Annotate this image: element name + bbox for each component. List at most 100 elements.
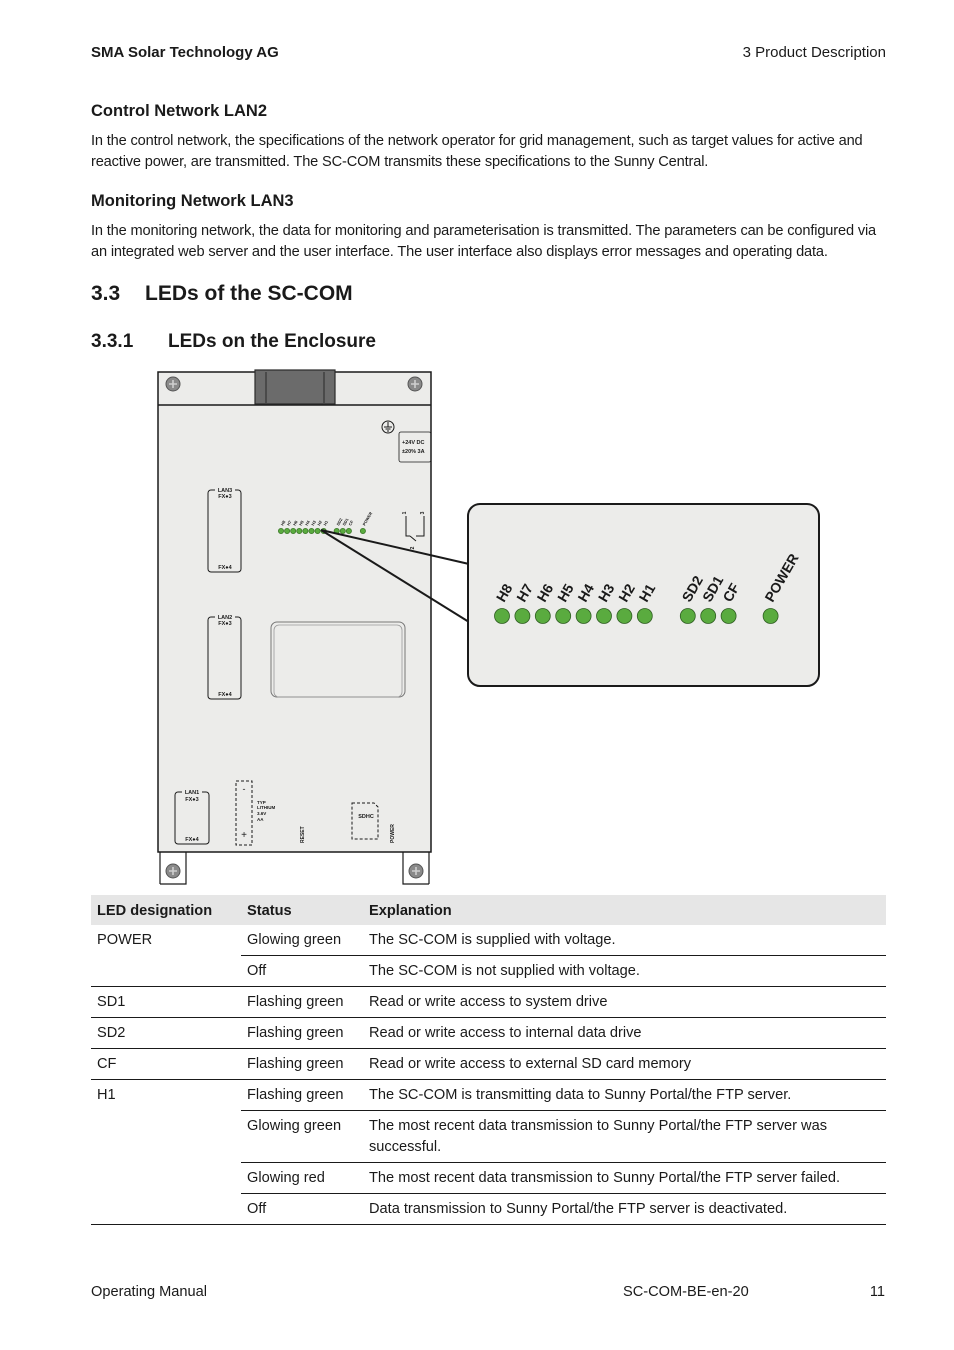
led-h1 xyxy=(636,608,653,624)
led-h2 xyxy=(616,608,633,624)
led-h8 xyxy=(494,608,510,624)
status-cell: Off xyxy=(241,1193,363,1225)
table-row: SD1 Flashing green Read or write access … xyxy=(91,986,886,1018)
table-row: SD2 Flashing green Read or write access … xyxy=(91,1017,886,1049)
header-company: SMA Solar Technology AG xyxy=(91,44,279,61)
relay-pin-1: 1 xyxy=(402,511,408,514)
monitoring-network-text: In the monitoring network, the data for … xyxy=(91,223,877,260)
led-h3 xyxy=(308,528,315,535)
status-cell: Flashing green xyxy=(241,986,363,1018)
explanation-cell: Data transmission to Sunny Portal/the FT… xyxy=(363,1193,886,1225)
led-h6 xyxy=(534,608,551,624)
col-header-led: LED designation xyxy=(91,895,241,925)
led-h4 xyxy=(302,528,309,535)
enclosure-body xyxy=(157,371,432,853)
device-enclosure: +24V DC ±20% 3A LAN3 FX●3 FX●4 LAN2 FX●3… xyxy=(157,369,432,885)
led-h5 xyxy=(555,608,572,624)
led-h5 xyxy=(296,528,303,535)
mounting-foot xyxy=(402,852,430,885)
lan1-fx3: FX●3 xyxy=(185,797,198,803)
status-cell: Flashing green xyxy=(241,1017,363,1049)
led-cell xyxy=(91,1193,241,1225)
lan3-fx4: FX●4 xyxy=(218,565,232,571)
din-clip xyxy=(254,369,336,405)
subsection-heading: 3.3.1 LEDs on the Enclosure xyxy=(91,331,376,353)
explanation-cell: Read or write access to system drive xyxy=(363,986,886,1018)
col-header-status: Status xyxy=(241,895,363,925)
status-cell: Glowing green xyxy=(241,1110,363,1163)
lan2-fx3: FX●3 xyxy=(218,621,231,627)
status-cell: Off xyxy=(241,955,363,987)
power-button-label: POWER xyxy=(390,824,396,843)
table-row: Glowing red The most recent data transmi… xyxy=(91,1162,886,1194)
led-sd1 xyxy=(339,528,346,535)
led-sd2 xyxy=(679,608,696,624)
header-chapter: 3 Product Description xyxy=(742,44,886,61)
led-h4 xyxy=(575,608,592,624)
table-row: Glowing green The most recent data trans… xyxy=(91,1110,886,1163)
led-cell xyxy=(91,1163,241,1194)
led-h7 xyxy=(284,528,291,535)
footer-doc-type: Operating Manual xyxy=(91,1284,208,1300)
led-sd1 xyxy=(700,608,717,624)
led-cell xyxy=(91,1111,241,1163)
explanation-cell: Read or write access to internal data dr… xyxy=(363,1017,886,1049)
footer-page-number: 11 xyxy=(869,1284,885,1300)
led-cell: POWER xyxy=(97,932,153,948)
led-cf xyxy=(720,608,737,624)
screw-icon xyxy=(165,376,181,392)
table-header-row: LED designation Status Explanation xyxy=(91,895,886,925)
explanation-cell: Read or write access to external SD card… xyxy=(363,1048,886,1080)
subsection-title: LEDs on the Enclosure xyxy=(168,331,376,352)
control-network-text: In the control network, the specificatio… xyxy=(91,133,863,170)
table-row: Off The SC-COM is not supplied with volt… xyxy=(91,955,886,987)
status-cell: Flashing green xyxy=(241,1048,363,1080)
monitoring-network-heading: Monitoring Network LAN3 xyxy=(91,192,294,210)
screw-icon xyxy=(407,376,423,392)
led-cf xyxy=(345,528,352,535)
battery-spec-line: 3.6V xyxy=(257,811,266,816)
led-h2 xyxy=(314,528,321,535)
led-cell xyxy=(91,956,241,987)
table-row: POWER Glowing green The SC-COM is suppli… xyxy=(91,925,886,956)
led-h6 xyxy=(290,528,297,535)
explanation-cell: The SC-COM is not supplied with voltage. xyxy=(363,955,886,987)
power-label-line1: +24V DC xyxy=(402,440,424,446)
led-status-table: LED designation Status Explanation POWER… xyxy=(91,895,886,1225)
section-heading: 3.3 LEDs of the SC-COM xyxy=(91,282,353,306)
subsection-number: 3.3.1 xyxy=(91,331,134,352)
led-power xyxy=(762,608,779,624)
table-row: Off Data transmission to Sunny Portal/th… xyxy=(91,1193,886,1225)
led-power xyxy=(359,528,366,535)
status-cell: Glowing red xyxy=(241,1162,363,1194)
section-number: 3.3 xyxy=(91,282,121,305)
status-cell: Glowing green xyxy=(247,932,342,948)
led-h7 xyxy=(514,608,531,624)
led-cell: SD1 xyxy=(91,986,241,1018)
control-network-heading: Control Network LAN2 xyxy=(91,102,268,120)
section-title: LEDs of the SC-COM xyxy=(145,282,353,305)
led-cell: SD2 xyxy=(91,1017,241,1049)
explanation-cell: The SC-COM is transmitting data to Sunny… xyxy=(363,1079,886,1111)
status-cell: Flashing green xyxy=(241,1079,363,1111)
led-cell: CF xyxy=(91,1048,241,1080)
battery-spec-line: LITHIUM xyxy=(257,805,275,810)
led-h8 xyxy=(277,528,284,535)
lan3-fx3: FX●3 xyxy=(218,494,231,500)
explanation-cell: The SC-COM is supplied with voltage. xyxy=(369,932,616,948)
battery-spec-line: AA xyxy=(257,817,264,822)
battery-minus: - xyxy=(243,784,246,794)
explanation-cell: The most recent data transmission to Sun… xyxy=(363,1110,886,1163)
lan1-fx4: FX●4 xyxy=(185,837,199,843)
col-header-explanation: Explanation xyxy=(363,895,886,925)
battery-plus: + xyxy=(241,830,247,841)
relay-pin-3: 3 xyxy=(420,511,426,514)
lan2-fx4: FX●4 xyxy=(218,692,232,698)
mounting-foot xyxy=(159,852,187,885)
relay-pin-2: 2 xyxy=(410,546,416,549)
sdhc-label: SDHC xyxy=(358,814,374,820)
explanation-cell: The most recent data transmission to Sun… xyxy=(363,1162,886,1194)
led-cell: H1 xyxy=(91,1079,241,1111)
table-row: H1 Flashing green The SC-COM is transmit… xyxy=(91,1079,886,1111)
led-h3 xyxy=(596,608,612,624)
